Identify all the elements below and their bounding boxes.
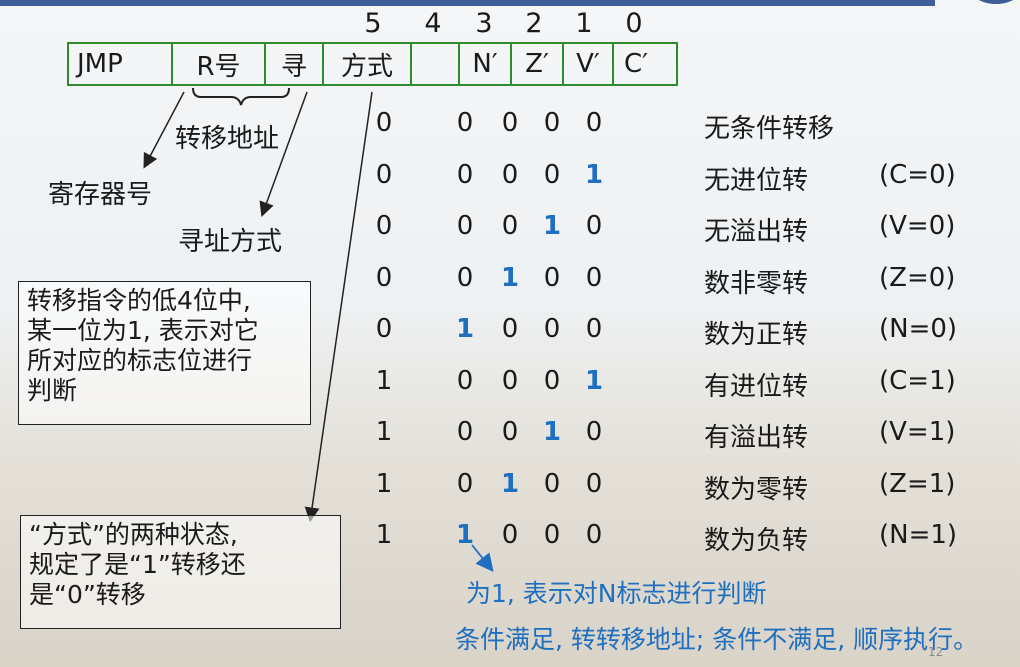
arrow-mode xyxy=(304,91,373,523)
row-condition: (V=1) xyxy=(879,417,956,447)
row-description: 无溢出转 xyxy=(704,217,809,247)
row-flag-bit: 0 xyxy=(543,468,561,499)
row-description: 数为负转 xyxy=(704,526,809,556)
row-flag-bit: 0 xyxy=(501,365,519,396)
row-flag-bit: 0 xyxy=(501,314,519,344)
row-flag-bit: 0 xyxy=(585,468,603,499)
row-mode-bit: 1 xyxy=(375,468,393,499)
brace xyxy=(192,87,290,106)
row-flag-bit: 1 xyxy=(455,314,475,344)
row-flag-bit: 0 xyxy=(585,520,603,550)
row-description: 数非零转 xyxy=(704,268,809,299)
row-flag-bit: 1 xyxy=(584,365,604,396)
row-flag-bit: 1 xyxy=(455,520,475,550)
row-flag-bit: 0 xyxy=(543,108,561,138)
row-mode-bit: 1 xyxy=(375,365,393,396)
page-number: 12 xyxy=(928,645,944,659)
row-condition: (Z=1) xyxy=(879,468,956,499)
note-jump-rule: 条件满足, 转转移地址; 条件不满足, 顺序执行。 xyxy=(455,625,979,654)
row-flag-bit: 0 xyxy=(501,108,519,138)
row-flag-bit: 0 xyxy=(585,417,603,447)
row-condition: (C=1) xyxy=(879,365,956,396)
row-flag-bit: 0 xyxy=(585,262,603,293)
note-line: “方式”的两种状态, xyxy=(29,520,238,549)
row-flag-bit: 0 xyxy=(456,159,474,190)
row-description: 无进位转 xyxy=(704,165,809,196)
row-flag-bit: 0 xyxy=(543,365,561,396)
row-flag-bit: 0 xyxy=(501,159,519,190)
row-description: 数为正转 xyxy=(704,320,809,350)
row-description: 有溢出转 xyxy=(704,423,809,453)
row-flag-bit: 0 xyxy=(501,417,519,447)
note-line: 是“0”转移 xyxy=(29,580,146,609)
row-flag-bit: 1 xyxy=(584,159,604,190)
row-mode-bit: 0 xyxy=(375,262,393,293)
note-line: 判断 xyxy=(27,376,78,405)
row-flag-bit: 0 xyxy=(543,314,561,344)
row-flag-bit: 1 xyxy=(542,211,562,241)
row-flag-bit: 0 xyxy=(456,365,474,396)
row-flag-bit: 0 xyxy=(501,211,519,241)
note-line: 所对应的标志位进行 xyxy=(27,346,253,375)
row-flag-bit: 1 xyxy=(542,417,562,447)
row-flag-bit: 0 xyxy=(456,211,474,241)
row-condition: (V=0) xyxy=(879,211,956,241)
row-flag-bit: 0 xyxy=(585,314,603,344)
row-flag-bit: 0 xyxy=(585,108,603,138)
label-transfer-address: 转移地址 xyxy=(175,124,280,154)
row-mode-bit: 1 xyxy=(375,417,393,447)
row-flag-bit: 0 xyxy=(456,468,474,499)
row-flag-bit: 0 xyxy=(456,262,474,293)
row-description: 数为零转 xyxy=(704,474,809,505)
row-mode-bit: 0 xyxy=(375,211,393,241)
row-mode-bit: 0 xyxy=(375,314,393,344)
note-line: 某一位为1, 表示对它 xyxy=(27,316,259,345)
note-n-flag: 为1, 表示对N标志进行判断 xyxy=(466,579,767,608)
row-flag-bit: 1 xyxy=(500,262,520,293)
row-mode-bit: 0 xyxy=(375,108,393,138)
row-description: 无条件转移 xyxy=(704,114,835,144)
row-condition: (N=0) xyxy=(879,314,958,344)
row-flag-bit: 0 xyxy=(501,520,519,550)
row-condition: (C=0) xyxy=(879,159,956,190)
row-flag-bit: 1 xyxy=(500,468,520,499)
label-register-number: 寄存器号 xyxy=(48,180,153,210)
label-addressing-mode: 寻址方式 xyxy=(178,227,283,257)
row-flag-bit: 0 xyxy=(456,108,474,138)
note-box-mode-states: “方式”的两种状态, 规定了是“1”转移还 是“0”转移 xyxy=(20,515,341,629)
row-flag-bit: 0 xyxy=(543,262,561,293)
row-flag-bit: 0 xyxy=(543,159,561,190)
row-mode-bit: 0 xyxy=(375,159,393,190)
note-line: 规定了是“1”转移还 xyxy=(29,550,246,579)
row-flag-bit: 0 xyxy=(456,417,474,447)
note-box-low4bits: 转移指令的低4位中, 某一位为1, 表示对它 所对应的标志位进行 判断 xyxy=(18,281,311,425)
row-condition: (N=1) xyxy=(879,520,958,550)
row-condition: (Z=0) xyxy=(879,262,956,293)
row-description: 有进位转 xyxy=(704,371,809,402)
row-flag-bit: 0 xyxy=(585,211,603,241)
row-flag-bit: 0 xyxy=(543,520,561,550)
note-line: 转移指令的低4位中, xyxy=(27,286,251,315)
row-mode-bit: 1 xyxy=(375,520,393,550)
